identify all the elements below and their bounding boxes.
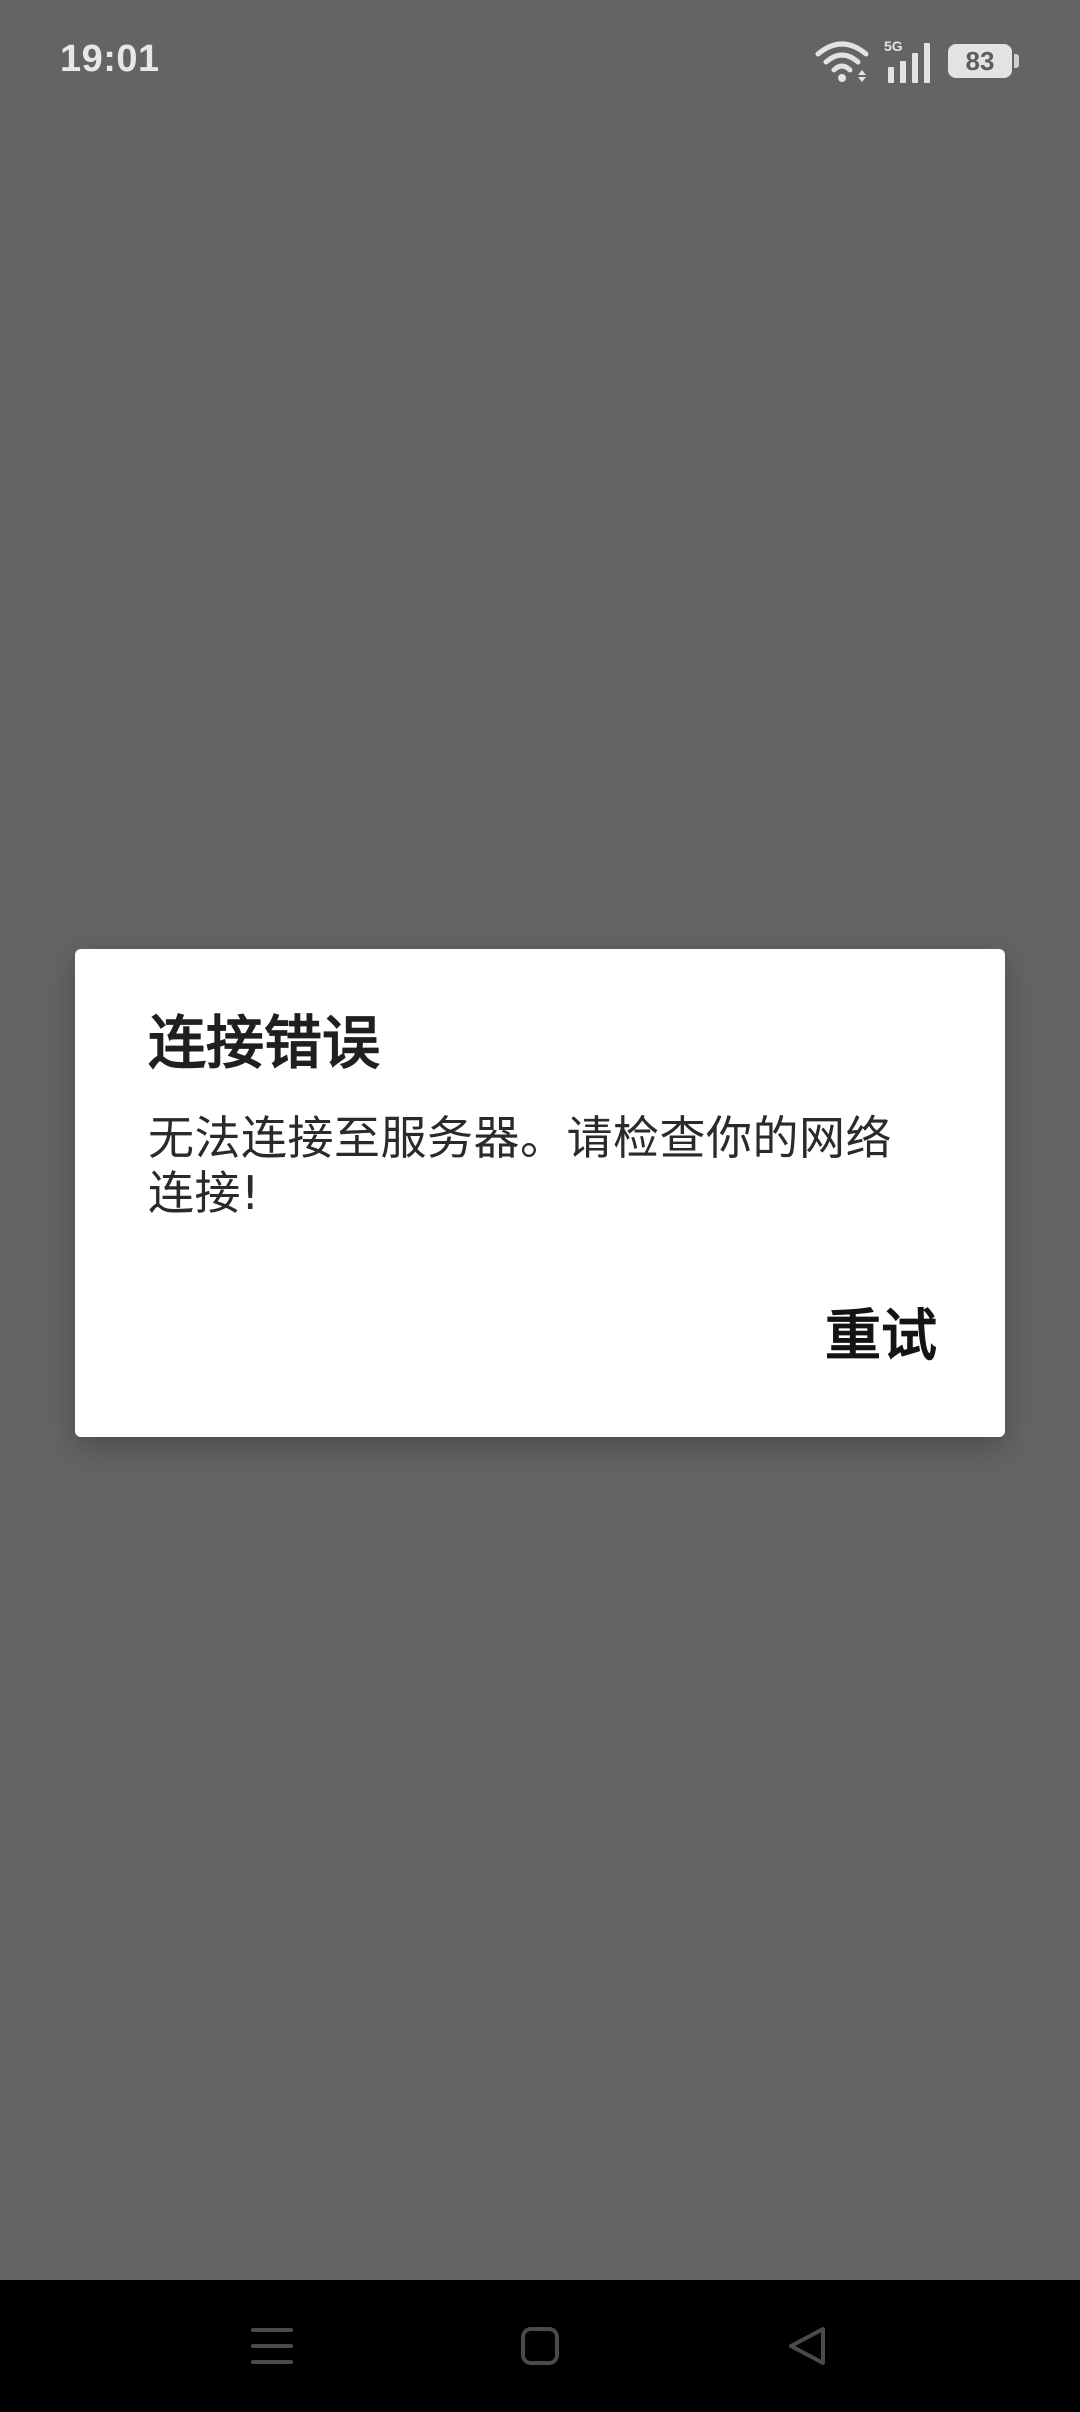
retry-button[interactable]: 重试 [825,1303,937,1370]
home-button[interactable] [490,2310,590,2382]
status-icons: 5G 83 [814,38,1019,84]
screen: 19:01 5G 83 连接错误 无法连接至服务器。请检查你的网络连接! 重试 [0,0,1080,2412]
network-type-label: 5G [884,39,903,54]
home-icon [520,2326,560,2366]
back-button[interactable] [757,2310,857,2382]
back-icon [787,2325,827,2367]
connection-error-dialog: 连接错误 无法连接至服务器。请检查你的网络连接! 重试 [75,949,1005,1437]
status-time: 19:01 [60,38,160,80]
menu-icon [251,2326,293,2366]
status-bar: 19:01 5G 83 [0,0,1080,126]
battery-icon: 83 [948,44,1019,78]
dialog-title: 连接错误 [148,1009,381,1077]
recent-apps-button[interactable] [222,2310,322,2382]
battery-level: 83 [965,46,995,76]
dialog-message: 无法连接至服务器。请检查你的网络连接! [148,1111,892,1221]
wifi-icon [814,40,870,82]
navigation-bar [0,2280,1080,2412]
signal-icon: 5G [884,39,934,83]
